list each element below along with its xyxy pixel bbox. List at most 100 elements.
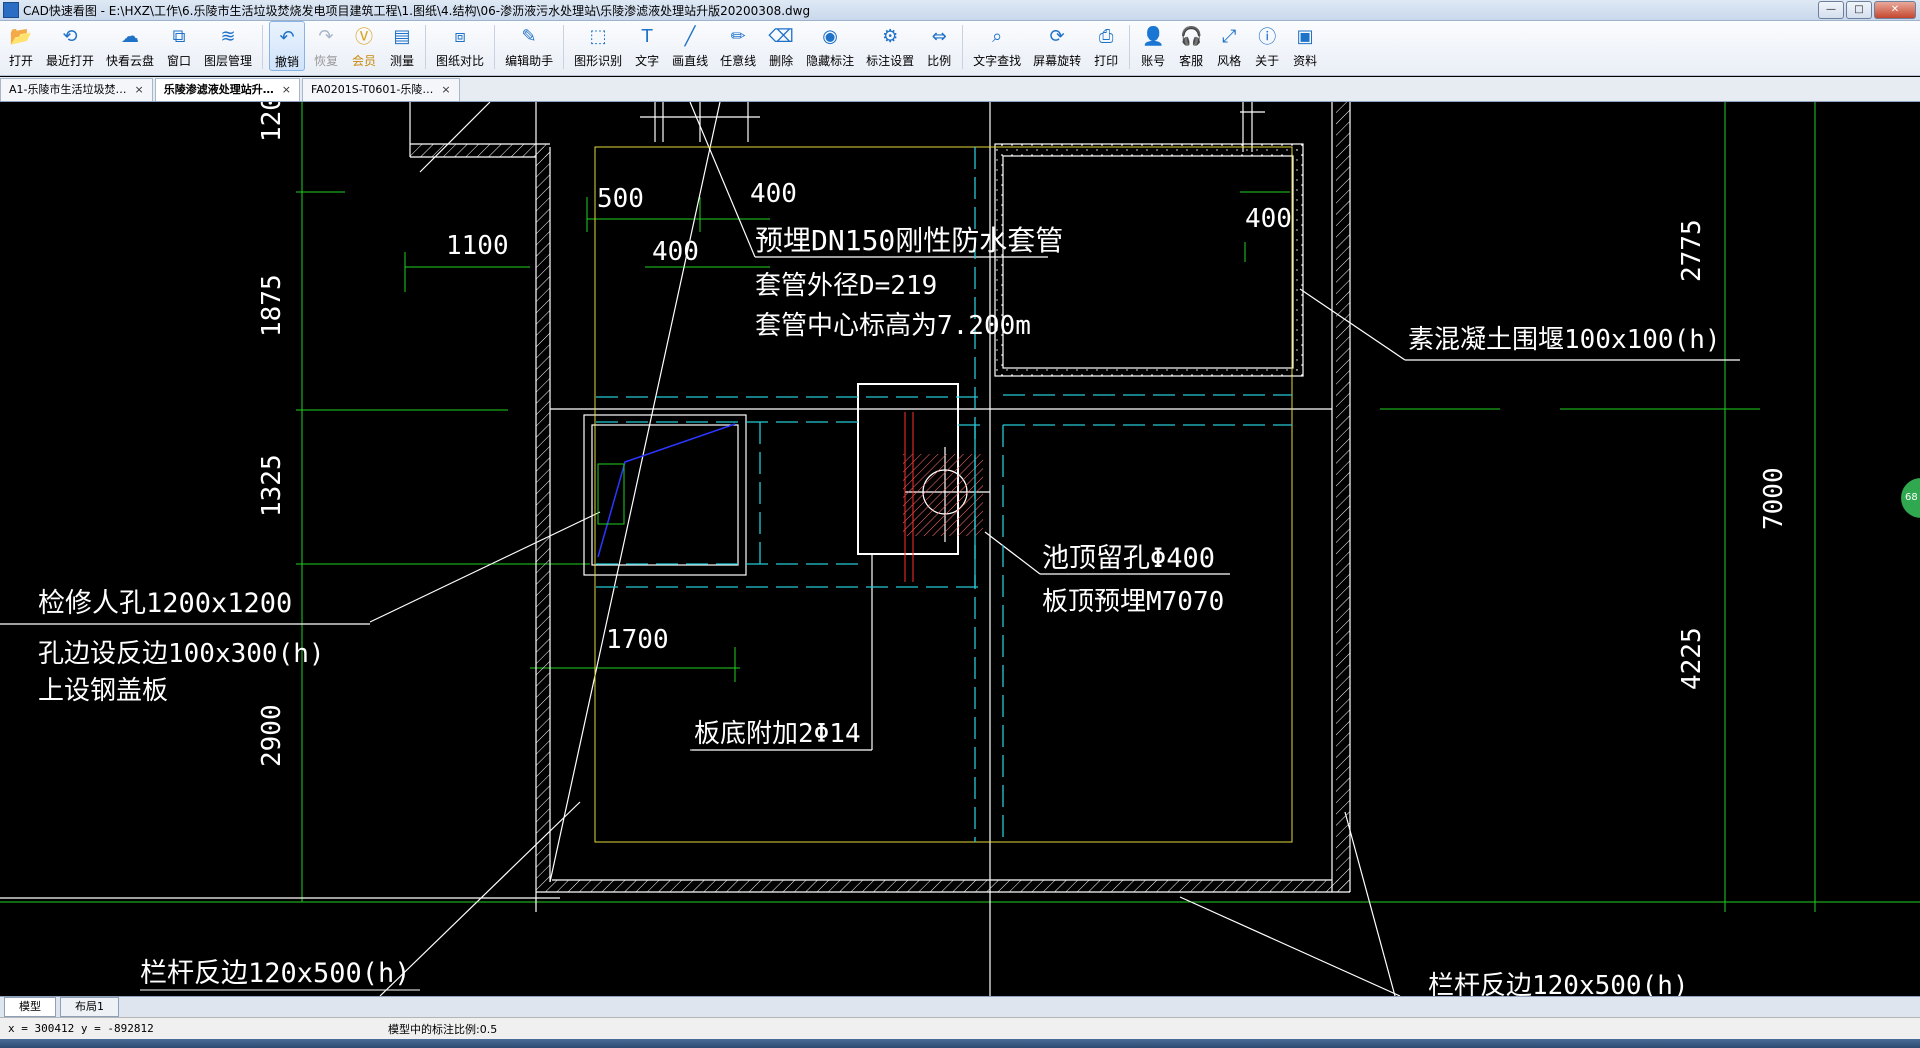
toolbar-button-cloud[interactable]: ☁ 快看云盘 (102, 21, 158, 71)
document-tab[interactable]: 乐陵渗滤液处理站升… × (154, 78, 300, 101)
scale-icon: ⇔ (931, 25, 947, 47)
hide-annotation-icon: ◉ (822, 25, 838, 47)
undo-icon: ↶ (279, 26, 295, 48)
cloud-icon: ☁ (121, 25, 140, 47)
dim-400-top: 400 (750, 179, 797, 209)
toolbar-label: 客服 (1179, 54, 1204, 68)
toolbar-label: 会员 (352, 54, 377, 68)
toolbar-button-compare[interactable]: ⧈ 图纸对比 (432, 21, 488, 71)
right-wall-hatch (1336, 102, 1350, 892)
docs-icon: ▣ (1296, 25, 1314, 47)
line-icon: ╱ (684, 25, 696, 47)
curb-speckle-bottom (995, 368, 1303, 376)
annotation-sleeve-3: 套管中心标高为7.200m (755, 311, 1031, 341)
curb-speckle-left (995, 144, 1003, 376)
annotation-scale-text: 模型中的标注比例:0.5 (388, 1022, 498, 1036)
toolbar-label: 资料 (1293, 54, 1318, 68)
toolbar-label: 隐藏标注 (806, 54, 855, 68)
cad-drawing[interactable]: 1200 1875 1325 2900 2775 7000 4225 500 4… (0, 102, 1920, 996)
edit-assistant-icon: ✎ (521, 25, 537, 47)
toolbar-label: 删除 (769, 54, 794, 68)
vip-icon: Ⓥ (355, 27, 374, 48)
toolbar-button-rotate[interactable]: ⟳ 屏幕旋转 (1029, 21, 1085, 71)
curb-speckle-right (1293, 144, 1303, 376)
toolbar-button-layers[interactable]: ≋ 图层管理 (200, 21, 256, 71)
toolbar-button-measure[interactable]: ▤ 测量 (385, 21, 419, 71)
toolbar-separator (962, 25, 964, 69)
window-controls: — □ ✕ (1818, 1, 1916, 19)
toolbar-label: 图形识别 (574, 54, 623, 68)
toolbar-button-line[interactable]: ╱ 画直线 (668, 21, 712, 71)
toolbar-button-undo[interactable]: ↶ 撤销 (269, 21, 306, 71)
minimize-button[interactable]: — (1818, 1, 1844, 19)
toolbar-label: 图纸对比 (436, 54, 485, 68)
toolbar-button-eraser[interactable]: ⌫ 删除 (764, 21, 798, 71)
toolbar-label: 恢复 (314, 54, 339, 68)
toolbar-button-docs[interactable]: ▣ 资料 (1288, 21, 1322, 71)
maximize-button[interactable]: □ (1846, 1, 1872, 19)
dim-left-2900: 2900 (257, 704, 287, 767)
close-tab-icon[interactable]: × (282, 79, 291, 101)
toolbar-separator (262, 25, 264, 69)
dim-left-1325: 1325 (257, 454, 287, 517)
toolbar-label: 窗口 (167, 54, 192, 68)
toolbar-button-window[interactable]: ⧉ 窗口 (162, 21, 196, 71)
document-tab-label: A1-乐陵市生活垃圾焚… (9, 83, 127, 96)
print-icon: ⎙ (1098, 25, 1114, 47)
toolbar-button-folder-open[interactable]: 📂 打开 (4, 21, 38, 71)
text-search-icon: ⌕ (992, 25, 1003, 47)
bottom-wall-hatch (536, 880, 1350, 892)
history-icon: ⟲ (62, 25, 78, 47)
sheet-tab[interactable]: 模型 (4, 997, 56, 1017)
shape-recognize-icon: ⬚ (589, 25, 607, 47)
toolbar-separator (425, 25, 427, 69)
annotation-manhole-3: 上设钢盖板 (38, 676, 168, 706)
close-tab-icon[interactable]: × (135, 79, 144, 101)
app-icon (3, 2, 19, 18)
document-tab-label: FA0201S-T0601-乐陵… (310, 83, 434, 96)
rotate-icon: ⟳ (1049, 25, 1065, 47)
toolbar-button-print[interactable]: ⎙ 打印 (1089, 21, 1123, 71)
toolbar-button-headset[interactable]: 🎧 客服 (1174, 21, 1208, 71)
toolbar-label: 快看云盘 (106, 54, 155, 68)
toolbar-button-hide-annotation[interactable]: ◉ 隐藏标注 (802, 21, 858, 71)
drawing-canvas[interactable]: 1200 1875 1325 2900 2775 7000 4225 500 4… (0, 102, 1920, 996)
toolbar-label: 打开 (8, 54, 33, 68)
window-icon: ⧉ (172, 25, 186, 47)
redo-icon: ↷ (318, 25, 334, 47)
annotation-rebar: 板底附加2Φ14 (694, 719, 861, 749)
status-bar: x = 300412 y = -892812 模型中的标注比例:0.5 (0, 1017, 1920, 1039)
toolbar-button-text-search[interactable]: ⌕ 文字查找 (969, 21, 1025, 71)
annotation-settings-icon: ⚙ (882, 25, 899, 47)
freehand-icon: ✏ (730, 25, 746, 47)
toolbar-button-info[interactable]: ⓘ 关于 (1250, 21, 1284, 71)
toolbar-button-shape-recognize[interactable]: ⬚ 图形识别 (570, 21, 626, 71)
toolbar-button-vip[interactable]: Ⓥ 会员 (347, 21, 381, 71)
document-tab[interactable]: A1-乐陵市生活垃圾焚… × (0, 78, 153, 101)
toolbar-button-style[interactable]: ⤢ 风格 (1212, 21, 1246, 71)
toolbar-button-account[interactable]: 👤 账号 (1136, 21, 1170, 71)
main-toolbar: 📂 打开 ⟲ 最近打开 ☁ 快看云盘 ⧉ 窗口 ≋ 图层管理 ↶ 撤销 ↷ 恢复 Ⓥ 会员 ▤ 测量 ⧈ 图纸对比 ✎ 编… (0, 21, 1920, 76)
measure-icon: ▤ (393, 25, 411, 47)
toolbar-label: 图层管理 (204, 54, 253, 68)
dim-left-1200: 1200 (257, 102, 287, 142)
left-wall-hatch (536, 147, 550, 880)
document-tabs: A1-乐陵市生活垃圾焚… × 乐陵渗滤液处理站升… × FA0201S-T0601-乐陵… (0, 77, 1920, 102)
toolbar-button-text[interactable]: T 文字 (630, 21, 664, 71)
toolbar-button-freehand[interactable]: ✏ 任意线 (716, 21, 760, 71)
document-tab[interactable]: FA0201S-T0601-乐陵… × (301, 78, 460, 101)
toolbar-separator (563, 25, 565, 69)
toolbar-label: 撤销 (275, 55, 300, 69)
dim-left-1875: 1875 (257, 274, 287, 337)
toolbar-button-scale[interactable]: ⇔ 比例 (922, 21, 956, 71)
toolbar-button-annotation-settings[interactable]: ⚙ 标注设置 (862, 21, 918, 71)
toolbar-button-history[interactable]: ⟲ 最近打开 (42, 21, 98, 71)
annotation-manhole-1: 检修人孔1200x1200 (38, 588, 292, 619)
close-tab-icon[interactable]: × (441, 79, 450, 101)
sheet-tab[interactable]: 布局1 (60, 997, 119, 1017)
toolbar-label: 标注设置 (866, 54, 915, 68)
top-wall-hatch (410, 144, 550, 157)
toolbar-button-redo[interactable]: ↷ 恢复 (309, 21, 343, 71)
toolbar-button-edit-assistant[interactable]: ✎ 编辑助手 (501, 21, 557, 71)
close-button[interactable]: ✕ (1874, 1, 1916, 19)
